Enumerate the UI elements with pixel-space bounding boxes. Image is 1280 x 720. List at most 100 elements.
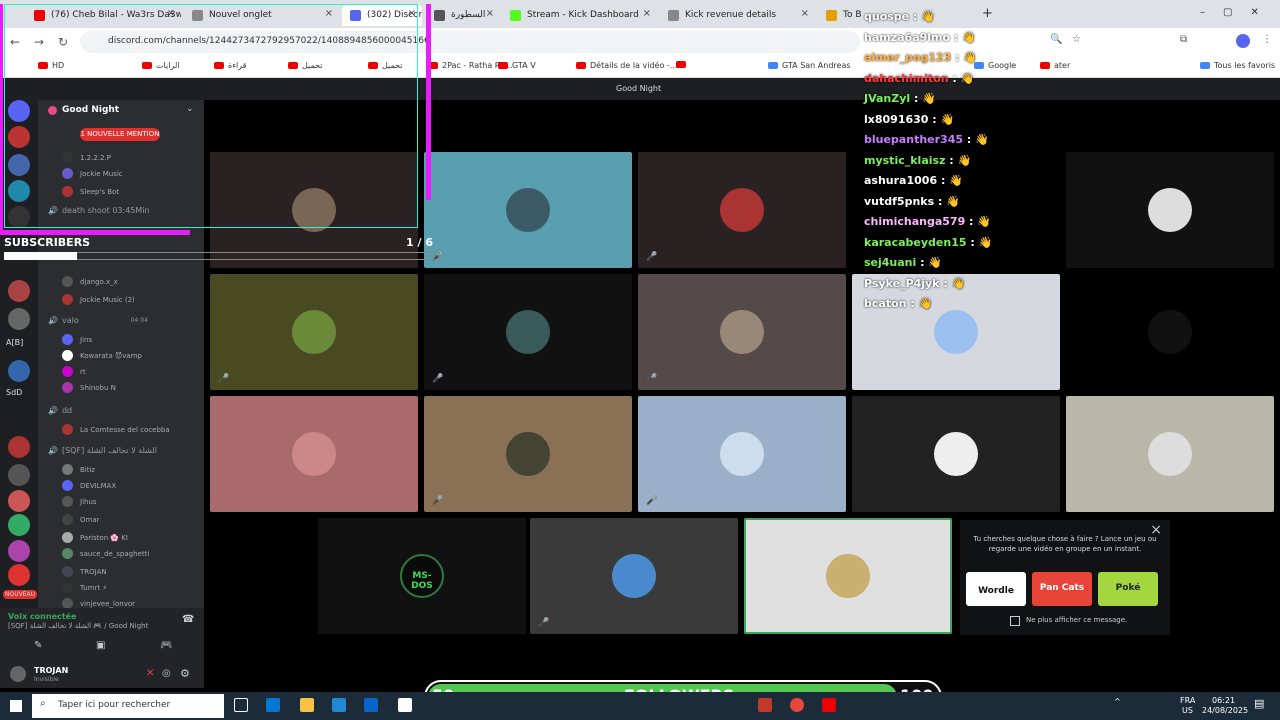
youtube-icon[interactable]	[822, 698, 836, 712]
video-tile[interactable]	[1066, 152, 1274, 268]
chat-username: almer_pog123	[864, 51, 952, 64]
zoom-icon[interactable]: 🔍	[1050, 34, 1062, 45]
bookmark-item[interactable]: Détails de la vidéo -...	[576, 61, 677, 70]
game-wordle[interactable]: Wordle	[966, 572, 1026, 606]
disconnect-icon[interactable]: ☎	[182, 614, 194, 625]
browser-tab[interactable]: Stream - Kick Dashboard ×	[502, 4, 657, 26]
channel-member[interactable]: Jihus	[62, 496, 97, 507]
bookmark-item[interactable]: GTA San Andreas	[768, 61, 851, 70]
channel-member[interactable]: Jockie Music (2)	[62, 294, 135, 305]
video-tile[interactable]	[852, 274, 1060, 390]
channel-member[interactable]: Bitiz	[62, 464, 95, 475]
tray-region[interactable]: US	[1182, 706, 1193, 715]
channel-member[interactable]: Shinobu N	[62, 382, 116, 393]
channel-category[interactable]: 🔊 dd	[48, 406, 72, 415]
bookmark-item[interactable]: Tous les favoris	[1200, 61, 1275, 70]
server-label[interactable]: NOUVEAU	[3, 590, 37, 599]
extensions-icon[interactable]: ⧉	[1180, 34, 1187, 45]
video-tile[interactable]: 🎤	[638, 274, 846, 390]
bookmark-star-icon[interactable]: ☆	[1072, 34, 1081, 45]
video-tile[interactable]	[1066, 396, 1274, 512]
chrome-icon[interactable]	[790, 698, 804, 712]
server-icon[interactable]	[8, 436, 30, 458]
tray-date[interactable]: 24/08/2025	[1202, 706, 1248, 715]
menu-icon[interactable]: ⋮	[1262, 34, 1272, 45]
taskbar-search-input[interactable]: Taper ici pour rechercher	[32, 694, 224, 718]
browser-tab[interactable]: Kick revenue details ×	[660, 4, 815, 26]
tab-close-icon[interactable]: ×	[801, 8, 809, 19]
channel-member[interactable]: Jins	[62, 334, 92, 345]
tray-lang[interactable]: FRA	[1180, 696, 1195, 705]
channel-member[interactable]: Tumrt ⚡	[62, 582, 107, 593]
video-tile[interactable]: 🎤	[424, 274, 632, 390]
chat-emote: 👋	[962, 30, 976, 44]
outlook-icon[interactable]	[364, 698, 378, 712]
mute-icon[interactable]: ✕	[146, 668, 154, 679]
server-icon[interactable]	[8, 308, 30, 330]
file-icon[interactable]	[398, 698, 412, 712]
voice-channel-name[interactable]: [SQF] الشلة لا تحالف الشلة 🎮 / Good Nigh…	[8, 622, 148, 630]
bookmark-item[interactable]: Google	[974, 61, 1016, 70]
app-icon-red[interactable]	[758, 698, 772, 712]
game-poke[interactable]: Poké	[1098, 572, 1158, 606]
video-tile[interactable]	[852, 396, 1060, 512]
server-label[interactable]: SdD	[6, 388, 22, 397]
tab-close-icon[interactable]: ×	[486, 8, 494, 19]
server-label[interactable]: A[B]	[6, 338, 23, 347]
game-pan-cats[interactable]: Pan Cats	[1032, 572, 1092, 606]
window-controls[interactable]: –▢✕	[1200, 7, 1277, 18]
windows-start-icon[interactable]	[10, 700, 22, 712]
video-tile[interactable]: 🎤	[530, 518, 738, 634]
channel-category[interactable]: 🔊 valo 04 04	[48, 316, 148, 325]
vscode-icon[interactable]	[332, 698, 346, 712]
channel-member[interactable]: sauce_de_spaghetti	[62, 548, 149, 559]
avatar[interactable]	[10, 666, 26, 682]
browser-tab[interactable]: السطورة ×	[426, 4, 500, 26]
video-tile[interactable]: 🎤	[210, 274, 418, 390]
tab-close-icon[interactable]: ×	[643, 8, 651, 19]
bookmark-item[interactable]: GTA V	[498, 61, 536, 70]
channel-member[interactable]: rt	[62, 366, 86, 377]
dont-show-checkbox[interactable]	[1010, 616, 1020, 626]
server-icon[interactable]	[8, 490, 30, 512]
server-icon[interactable]	[8, 280, 30, 302]
file-explorer-icon[interactable]	[300, 698, 314, 712]
channel-member[interactable]: django.x_x	[62, 276, 118, 287]
store-icon[interactable]	[266, 698, 280, 712]
server-icon[interactable]	[8, 564, 30, 586]
settings-gear-icon[interactable]: ⚙	[180, 667, 190, 680]
screen-share-icon[interactable]: ▣	[96, 640, 105, 651]
profile-avatar[interactable]	[1236, 34, 1250, 48]
new-tab-button[interactable]: +	[982, 6, 993, 21]
avatar	[720, 188, 764, 232]
chat-message: sej4uani : 👋	[864, 256, 942, 269]
camera-icon[interactable]: ✎	[34, 640, 42, 651]
server-icon[interactable]	[8, 540, 30, 562]
video-tile[interactable]	[210, 396, 418, 512]
channel-member[interactable]: DEVILMAX	[62, 480, 116, 491]
server-icon[interactable]	[8, 360, 30, 382]
server-icon[interactable]	[8, 464, 30, 486]
tray-arrow-icon[interactable]: ^	[1114, 697, 1121, 706]
tray-time[interactable]: 06:21	[1212, 696, 1235, 705]
video-tile[interactable]: 🎤	[638, 152, 846, 268]
video-tile[interactable]: 🎤	[424, 152, 632, 268]
server-icon[interactable]	[8, 514, 30, 536]
video-tile[interactable]: MS-DOS	[318, 518, 526, 634]
video-tile[interactable]: 🎤	[424, 396, 632, 512]
notification-icon[interactable]: ▤	[1254, 697, 1264, 710]
bookmark-item[interactable]	[676, 61, 690, 68]
channel-member[interactable]: Pariston 🌸 KI	[62, 532, 128, 543]
channel-category[interactable]: 🔊 [SQF] الشلة لا تحالف الشلة	[48, 446, 157, 455]
channel-member[interactable]: Omar	[62, 514, 100, 525]
channel-member[interactable]: La Comtesse del cocebba	[62, 424, 170, 435]
video-tile[interactable]	[1066, 274, 1274, 390]
headset-icon[interactable]: ◎	[162, 668, 171, 679]
channel-member[interactable]: Kowarata 😈vamp	[62, 350, 142, 361]
video-tile[interactable]	[744, 518, 952, 634]
video-tile[interactable]: 🎤	[638, 396, 846, 512]
activity-icon[interactable]: 🎮	[160, 640, 172, 651]
bookmark-item[interactable]: ater	[1040, 61, 1070, 70]
channel-member[interactable]: TROJAN	[62, 566, 107, 577]
task-view-icon[interactable]	[234, 698, 248, 712]
